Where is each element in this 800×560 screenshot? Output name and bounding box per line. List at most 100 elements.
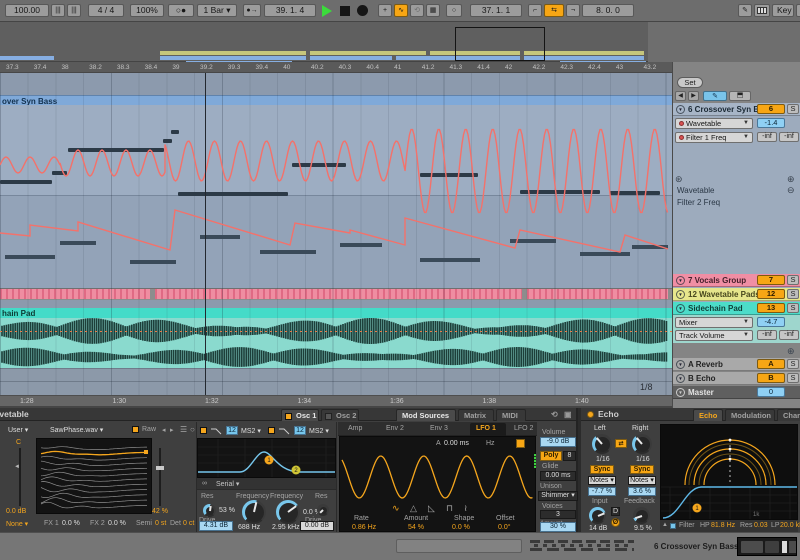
knob[interactable] [592, 434, 612, 454]
fx2-value[interactable]: 0.0 % [108, 520, 126, 527]
time-ruler[interactable]: 1:28 1:30 1:32 1:34 1:36 1:38 1:40 [0, 395, 672, 406]
feedback-value[interactable]: 9.5 % [634, 525, 652, 532]
fx1-value[interactable]: 0.0 % [62, 520, 80, 527]
automation-min-value[interactable]: -inf [757, 330, 777, 340]
punch-in-button[interactable]: ⌐ [528, 4, 542, 17]
tab-character[interactable]: Character [777, 409, 800, 421]
detune-value[interactable]: 0 ct [183, 520, 194, 527]
solo-button[interactable]: S [787, 289, 799, 299]
drive2-value[interactable]: 0.00 dB [300, 521, 334, 531]
set-marker-button[interactable]: Set [677, 77, 703, 88]
time-signature-field[interactable]: 4 / 4 [88, 4, 124, 17]
hot-swap-icon[interactable]: ⟲ [551, 410, 558, 419]
draw-automation-button[interactable]: ✎ [703, 91, 727, 101]
device-on-toggle[interactable] [587, 411, 594, 418]
left-offset-value[interactable]: -7.7 % [588, 487, 616, 496]
automation-control-chooser[interactable]: Track Volume ▼ [675, 330, 753, 341]
automation-max-value[interactable]: -inf [779, 132, 799, 142]
key-map-button[interactable]: Key [772, 4, 794, 17]
shape-value[interactable]: 0.0 % [452, 524, 470, 531]
poly-voices-chooser[interactable]: 8 [563, 451, 576, 461]
echo-title-bar[interactable]: Echo Echo Modulation Character [581, 408, 800, 421]
lowpass-icon[interactable] [278, 427, 291, 435]
groove-amount-field[interactable]: 100% [130, 4, 164, 17]
prev-marker-button[interactable]: ◀ [675, 91, 686, 101]
unfold-track-icon[interactable]: ▼ [676, 275, 685, 285]
unison-amount-value[interactable]: 30 % [540, 522, 576, 532]
lfo-shape-square-icon[interactable]: ⊓ [446, 503, 453, 514]
fold-lanes-icon[interactable]: ⊛ [675, 174, 683, 185]
offset-value[interactable]: 0.0° [498, 524, 511, 531]
unfold-track-icon[interactable]: ▼ [676, 359, 685, 369]
filter1-model-chooser[interactable]: MS2 ▾ [241, 427, 261, 435]
right-division[interactable]: 1/16 [636, 456, 650, 463]
unfold-track-icon[interactable]: ▼ [676, 104, 685, 114]
hp-value[interactable]: 81.8 Hz [711, 522, 735, 529]
next-marker-button[interactable]: ▶ [688, 91, 699, 101]
unfold-track-icon[interactable]: ▼ [676, 303, 685, 313]
echo-display[interactable]: 1 1k [660, 424, 798, 520]
unfold-track-icon[interactable]: ▼ [676, 373, 685, 383]
lfo-shape-triangle-icon[interactable]: △ [410, 503, 417, 514]
rate-value[interactable]: 0.86 Hz [352, 524, 376, 531]
knob[interactable] [633, 507, 650, 524]
lfo-shape-random-icon[interactable]: ≀ [464, 503, 467, 514]
automation-max-value[interactable]: -inf [779, 330, 799, 340]
tempo-field[interactable]: 100.00 [5, 4, 49, 17]
unfold-track-icon[interactable]: ▼ [676, 387, 685, 397]
save-preset-icon[interactable]: ▣ [564, 410, 572, 419]
knob[interactable] [242, 500, 266, 524]
stereo-link-button[interactable]: ⇄ [615, 439, 627, 448]
position-slider[interactable] [159, 448, 161, 506]
knob[interactable] [589, 507, 606, 524]
capture-midi-button[interactable]: ▦ [426, 4, 440, 17]
solo-button[interactable]: S [787, 275, 799, 285]
subtab-env3[interactable]: Env 3 [430, 425, 448, 432]
tab-osc1[interactable]: Osc 1 [281, 409, 319, 421]
filter2-slope-badge[interactable]: 12 [294, 426, 306, 435]
tab-echo[interactable]: Echo [693, 409, 723, 421]
loop-oval-button[interactable]: ○ [446, 4, 462, 17]
midi-map-button[interactable]: MIDI [796, 4, 800, 17]
left-division[interactable]: 1/16 [596, 456, 610, 463]
glide-value[interactable]: 0.00 ms [540, 471, 576, 481]
gain-value[interactable]: 0.0 dB [6, 508, 26, 515]
quantize-menu[interactable]: 1 Bar ▾ [197, 4, 237, 17]
next-wavetable-button[interactable]: ▸ [170, 426, 174, 434]
filter-display[interactable]: 12 [197, 438, 336, 478]
master-badge[interactable]: 0 [757, 387, 785, 397]
phase-invert-button[interactable]: Ø [611, 518, 620, 527]
automation-device-chooser[interactable]: Mixer ▼ [675, 317, 753, 328]
solo-button[interactable]: S [787, 104, 799, 114]
unfold-track-icon[interactable]: ▼ [676, 289, 685, 299]
return-badge[interactable]: A [757, 359, 785, 369]
tab-matrix[interactable]: Matrix [458, 409, 494, 421]
wavetable-bank-chooser[interactable]: User ▾ [8, 426, 28, 434]
sub-chooser[interactable]: None ▾ [6, 520, 28, 528]
knob[interactable] [203, 504, 216, 517]
overdub-button[interactable]: + [378, 4, 392, 17]
retrigger-flag[interactable] [516, 439, 525, 448]
unison-mode-chooser[interactable]: Shimmer ▾ [538, 491, 578, 501]
osc2-toggle[interactable] [325, 412, 332, 420]
res1-value[interactable]: 53 % [219, 507, 235, 514]
right-sync-button[interactable]: Sync [630, 465, 654, 474]
subtab-lfo2[interactable]: LFO 2 [514, 425, 533, 432]
left-sync-button[interactable]: Sync [590, 465, 614, 474]
subtab-lfo1[interactable]: LFO 1 [476, 425, 496, 432]
loop-length-field[interactable]: 8. 0. 0 [582, 4, 634, 17]
freq1-value[interactable]: 688 Hz [238, 524, 260, 531]
automation-value[interactable]: -4.7 [757, 317, 785, 327]
lowpass-icon[interactable] [210, 427, 223, 435]
nudge-up-button[interactable]: ||| [67, 4, 81, 17]
return-badge[interactable]: B [757, 373, 785, 383]
automation-arm-button[interactable]: ∿ [394, 4, 408, 17]
tab-midi[interactable]: MIDI [496, 409, 526, 421]
knob[interactable] [632, 434, 652, 454]
lock-envelopes-button[interactable]: ⬒ [729, 91, 751, 101]
tab-osc2[interactable]: Osc 2 [321, 409, 359, 421]
dry-wet-mode-button[interactable]: D [611, 507, 620, 516]
tab-modulation[interactable]: Modulation [725, 409, 775, 421]
playhead[interactable] [205, 73, 206, 395]
wavetable-title-bar[interactable]: Wavetable Osc 1 Osc 2 Mod Sources Matrix… [0, 408, 576, 421]
